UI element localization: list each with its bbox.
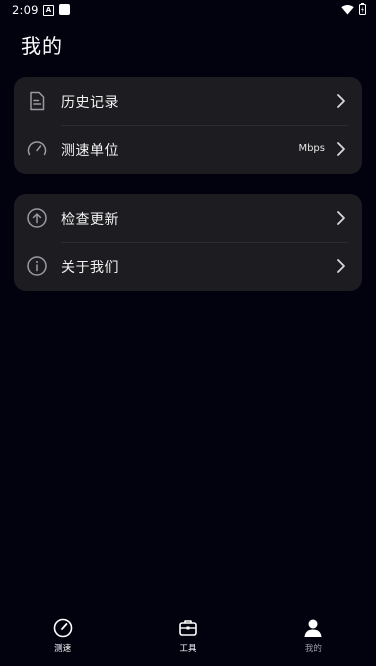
nav-item-speedtest[interactable]: 测速 [0,610,125,666]
document-icon [30,91,45,111]
toolbox-icon [179,620,197,636]
battery-icon [359,3,366,15]
person-icon [304,619,322,637]
profile-screen: 2:09 A 我的 历史记录 测速单位 Mbps 检查更新 关于我们 测速 工具… [0,0,376,666]
menu-item-label: 关于我们 [61,260,119,276]
nav-label: 工具 [179,644,197,654]
menu-group-2: 检查更新 关于我们 [14,194,362,291]
menu-item-about-us[interactable]: 关于我们 [14,242,362,290]
menu-item-label: 测速单位 [61,143,119,159]
speed-unit-value: Mbps [298,143,325,154]
menu-group-1: 历史记录 测速单位 Mbps [14,77,362,174]
chevron-right-icon [337,259,345,273]
chevron-right-icon [337,94,345,108]
nav-item-tools[interactable]: 工具 [125,610,250,666]
menu-item-speed-unit[interactable]: 测速单位 Mbps [14,125,362,173]
bottom-nav: 测速 工具 我的 [0,610,376,666]
menu-item-label: 检查更新 [61,212,119,228]
status-time: 2:09 [12,3,39,17]
page-title: 我的 [21,34,63,58]
chevron-right-icon [337,142,345,156]
wifi-icon [341,4,354,14]
nav-label: 我的 [304,644,322,654]
speedometer-icon [53,618,72,638]
menu-item-label: 历史记录 [61,95,119,111]
notification-a-icon: A [43,5,54,16]
nav-label: 测速 [54,644,72,654]
info-circle-icon [27,256,47,276]
nav-item-profile[interactable]: 我的 [251,610,376,666]
arrow-up-circle-icon [27,208,47,228]
menu-item-check-update[interactable]: 检查更新 [14,194,362,242]
status-bar: 2:09 A [0,0,376,20]
speedometer-icon [27,141,47,156]
chevron-right-icon [337,211,345,225]
notification-square-icon [59,4,70,15]
menu-item-history[interactable]: 历史记录 [14,77,362,125]
status-indicators [341,3,366,15]
